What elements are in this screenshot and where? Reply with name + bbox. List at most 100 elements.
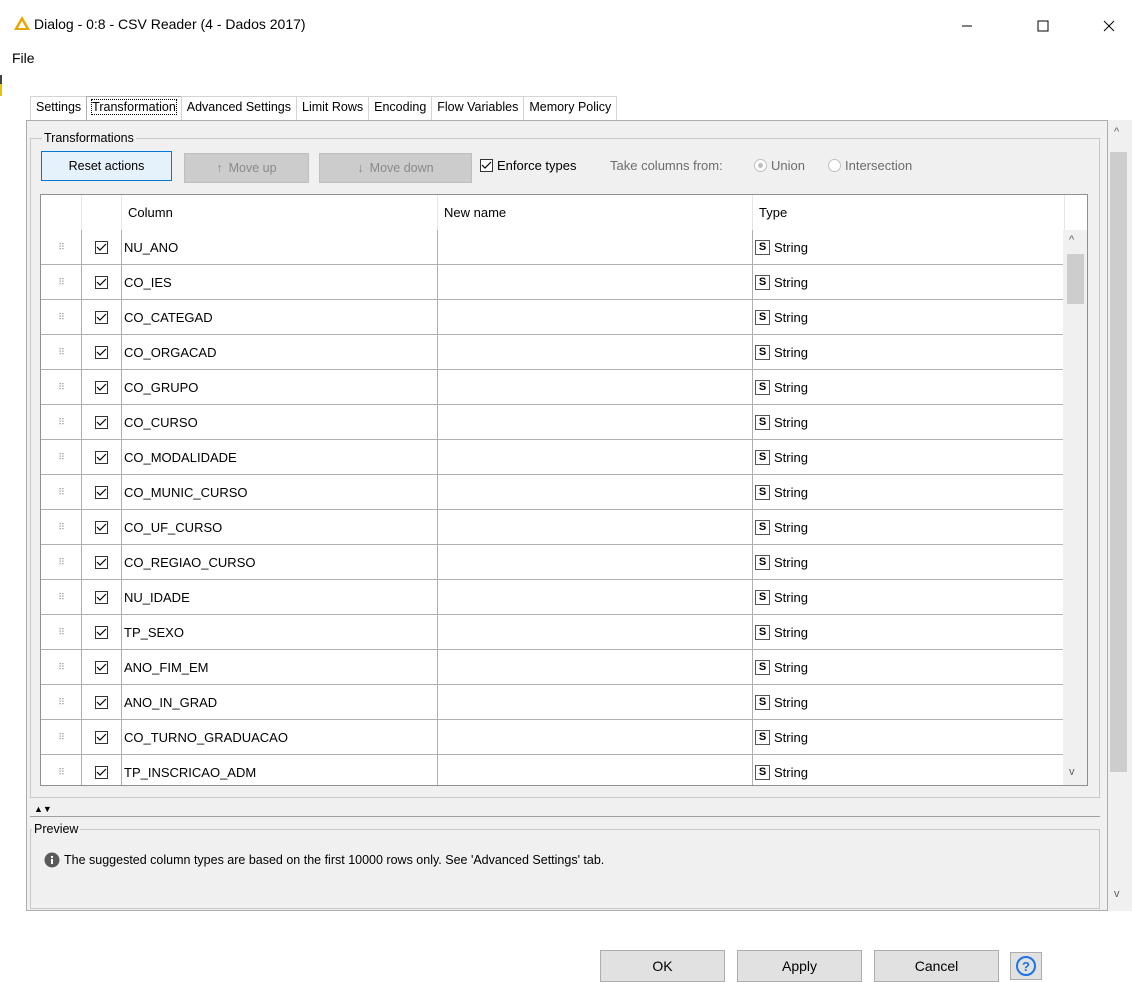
type-cell[interactable]: S String — [753, 685, 1065, 720]
drag-handle-icon[interactable]: ⠿ — [41, 335, 82, 370]
type-cell[interactable]: S String — [753, 475, 1065, 510]
tab-transformation[interactable]: Transformation — [86, 96, 182, 120]
type-cell[interactable]: S String — [753, 230, 1065, 265]
table-row[interactable]: ⠿ ANO_FIM_EM S String — [41, 650, 1065, 685]
drag-handle-icon[interactable]: ⠿ — [41, 370, 82, 405]
move-down-button[interactable]: ↓ Move down — [319, 153, 472, 183]
new-name-cell[interactable] — [438, 475, 753, 510]
new-name-cell[interactable] — [438, 440, 753, 475]
table-row[interactable]: ⠿ CO_CATEGAD S String — [41, 300, 1065, 335]
type-cell[interactable]: S String — [753, 265, 1065, 300]
ok-button[interactable]: OK — [600, 950, 725, 982]
drag-handle-icon[interactable]: ⠿ — [41, 580, 82, 615]
drag-handle-icon[interactable]: ⠿ — [41, 615, 82, 650]
row-include-checkbox[interactable] — [82, 580, 122, 615]
new-name-cell[interactable] — [438, 615, 753, 650]
tab-memory-policy[interactable]: Memory Policy — [523, 96, 618, 120]
table-row[interactable]: ⠿ CO_UF_CURSO S String — [41, 510, 1065, 545]
drag-handle-icon[interactable]: ⠿ — [41, 230, 82, 265]
row-include-checkbox[interactable] — [82, 755, 122, 785]
type-cell[interactable]: S String — [753, 405, 1065, 440]
cancel-button[interactable]: Cancel — [874, 950, 999, 982]
new-name-cell[interactable] — [438, 720, 753, 755]
minimize-button[interactable] — [944, 8, 990, 44]
new-name-cell[interactable] — [438, 405, 753, 440]
row-include-checkbox[interactable] — [82, 405, 122, 440]
table-row[interactable]: ⠿ NU_ANO S String — [41, 230, 1065, 265]
new-name-cell[interactable] — [438, 685, 753, 720]
move-up-button[interactable]: ↑ Move up — [184, 153, 309, 183]
splitter-arrows-icon[interactable]: ▲▼ — [34, 804, 52, 814]
enforce-types-checkbox[interactable]: Enforce types — [480, 158, 577, 173]
type-cell[interactable]: S String — [753, 580, 1065, 615]
menu-file[interactable]: File — [12, 50, 35, 66]
table-scroll-thumb[interactable] — [1067, 254, 1084, 304]
type-cell[interactable]: S String — [753, 370, 1065, 405]
row-include-checkbox[interactable] — [82, 510, 122, 545]
drag-handle-icon[interactable]: ⠿ — [41, 755, 82, 785]
row-include-checkbox[interactable] — [82, 440, 122, 475]
close-button[interactable] — [1086, 8, 1132, 44]
apply-button[interactable]: Apply — [737, 950, 862, 982]
maximize-button[interactable] — [1020, 8, 1066, 44]
help-button[interactable]: ? — [1010, 952, 1042, 980]
new-name-cell[interactable] — [438, 580, 753, 615]
drag-handle-icon[interactable]: ⠿ — [41, 300, 82, 335]
outer-scroll-down-icon[interactable]: v — [1114, 888, 1120, 900]
union-radio[interactable]: Union — [754, 158, 805, 173]
new-name-cell[interactable] — [438, 370, 753, 405]
new-name-cell[interactable] — [438, 300, 753, 335]
type-cell[interactable]: S String — [753, 545, 1065, 580]
tab-flow-variables[interactable]: Flow Variables — [431, 96, 525, 120]
header-type[interactable]: Type — [753, 195, 1065, 230]
row-include-checkbox[interactable] — [82, 720, 122, 755]
row-include-checkbox[interactable] — [82, 300, 122, 335]
dialog-scrollbar[interactable]: ^ v — [1108, 120, 1132, 911]
type-cell[interactable]: S String — [753, 300, 1065, 335]
table-row[interactable]: ⠿ CO_REGIAO_CURSO S String — [41, 545, 1065, 580]
header-new-name[interactable]: New name — [438, 195, 753, 230]
new-name-cell[interactable] — [438, 510, 753, 545]
type-cell[interactable]: S String — [753, 720, 1065, 755]
tab-advanced-settings[interactable]: Advanced Settings — [180, 96, 298, 120]
drag-handle-icon[interactable]: ⠿ — [41, 685, 82, 720]
drag-handle-icon[interactable]: ⠿ — [41, 265, 82, 300]
table-row[interactable]: ⠿ CO_MODALIDADE S String — [41, 440, 1065, 475]
drag-handle-icon[interactable]: ⠿ — [41, 475, 82, 510]
header-column[interactable]: Column — [122, 195, 438, 230]
tab-settings[interactable]: Settings — [30, 96, 88, 120]
drag-handle-icon[interactable]: ⠿ — [41, 650, 82, 685]
new-name-cell[interactable] — [438, 755, 753, 785]
row-include-checkbox[interactable] — [82, 335, 122, 370]
table-row[interactable]: ⠿ NU_IDADE S String — [41, 580, 1065, 615]
table-row[interactable]: ⠿ TP_INSCRICAO_ADM S String — [41, 755, 1065, 785]
table-row[interactable]: ⠿ ANO_IN_GRAD S String — [41, 685, 1065, 720]
row-include-checkbox[interactable] — [82, 545, 122, 580]
tab-encoding[interactable]: Encoding — [368, 96, 433, 120]
tab-limit-rows[interactable]: Limit Rows — [296, 96, 370, 120]
drag-handle-icon[interactable]: ⠿ — [41, 720, 82, 755]
new-name-cell[interactable] — [438, 230, 753, 265]
new-name-cell[interactable] — [438, 335, 753, 370]
outer-scroll-up-icon[interactable]: ^ — [1114, 126, 1119, 138]
table-row[interactable]: ⠿ TP_SEXO S String — [41, 615, 1065, 650]
row-include-checkbox[interactable] — [82, 650, 122, 685]
dialog-scroll-thumb[interactable] — [1110, 152, 1127, 772]
table-row[interactable]: ⠿ CO_IES S String — [41, 265, 1065, 300]
type-cell[interactable]: S String — [753, 650, 1065, 685]
row-include-checkbox[interactable] — [82, 615, 122, 650]
scroll-down-icon[interactable]: v — [1069, 766, 1075, 778]
reset-actions-button[interactable]: Reset actions — [41, 151, 172, 181]
table-row[interactable]: ⠿ CO_TURNO_GRADUACAO S String — [41, 720, 1065, 755]
drag-handle-icon[interactable]: ⠿ — [41, 405, 82, 440]
new-name-cell[interactable] — [438, 650, 753, 685]
new-name-cell[interactable] — [438, 545, 753, 580]
table-row[interactable]: ⠿ CO_MUNIC_CURSO S String — [41, 475, 1065, 510]
row-include-checkbox[interactable] — [82, 230, 122, 265]
scroll-up-icon[interactable]: ^ — [1069, 234, 1074, 246]
splitter[interactable] — [30, 816, 1100, 817]
type-cell[interactable]: S String — [753, 510, 1065, 545]
drag-handle-icon[interactable]: ⠿ — [41, 545, 82, 580]
drag-handle-icon[interactable]: ⠿ — [41, 440, 82, 475]
type-cell[interactable]: S String — [753, 615, 1065, 650]
